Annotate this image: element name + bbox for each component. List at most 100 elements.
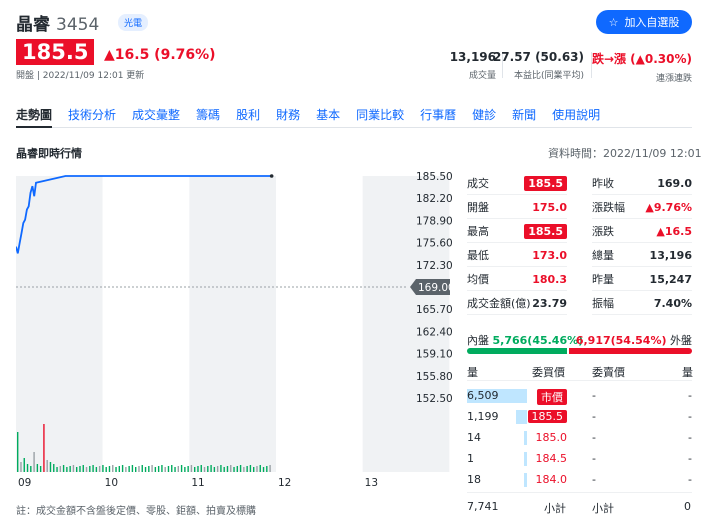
divider bbox=[592, 194, 692, 195]
hour-band bbox=[102, 176, 190, 472]
volume-bar bbox=[59, 466, 62, 472]
quote-row: 昨收 169.0 bbox=[592, 172, 692, 194]
tab-calendar[interactable]: 行事曆 bbox=[420, 106, 456, 123]
quote-row: 漲跌幅 ▲9.76% bbox=[592, 196, 692, 218]
bid-price[interactable]: 185.0 bbox=[536, 431, 568, 444]
stock-title: 晶睿 3454 bbox=[16, 10, 99, 35]
sector-badge[interactable]: 光電 bbox=[118, 14, 149, 31]
quote-label: 成交金額(億) bbox=[467, 297, 531, 310]
tab-chips[interactable]: 籌碼 bbox=[196, 106, 220, 123]
volume-bar bbox=[167, 466, 170, 472]
tab-health[interactable]: 健診 bbox=[472, 106, 496, 123]
volume-bar bbox=[174, 467, 176, 472]
volume-bar bbox=[89, 466, 91, 472]
tab-dividend[interactable]: 股利 bbox=[236, 106, 260, 123]
quote-value: ▲9.76% bbox=[645, 200, 692, 214]
bid-volume-bar bbox=[524, 431, 527, 445]
volume-bar bbox=[266, 466, 268, 472]
inner-label: 內盤 bbox=[467, 334, 489, 347]
volume-bar bbox=[213, 467, 216, 472]
volume-bar bbox=[72, 465, 75, 472]
volume-bar bbox=[194, 467, 196, 472]
stat-pe: 27.57 (50.63) 本益比(同業平均) bbox=[492, 50, 584, 81]
tab-news[interactable]: 新聞 bbox=[512, 106, 536, 123]
tab-peer[interactable]: 同業比較 bbox=[356, 106, 404, 123]
orderbook-row: 18 184.0 - - bbox=[467, 470, 692, 490]
volume-bar bbox=[138, 466, 140, 472]
orderbook-row: 1,199 185.5 - - bbox=[467, 407, 692, 427]
ask-price[interactable]: - bbox=[592, 389, 596, 402]
volume-bar bbox=[223, 467, 225, 472]
volume-bar bbox=[249, 465, 252, 472]
orderbook-row: 14 185.0 - - bbox=[467, 428, 692, 448]
volume-bar bbox=[200, 465, 202, 472]
volume-bar bbox=[148, 466, 150, 472]
realtime-time: 資料時間：2022/11/09 12:01 bbox=[548, 147, 702, 160]
quote-label: 振幅 bbox=[592, 297, 614, 310]
ask-price[interactable]: - bbox=[592, 431, 596, 444]
volume-bar bbox=[151, 465, 153, 472]
quote-value: 180.3 bbox=[532, 272, 567, 286]
volume-bar bbox=[92, 465, 94, 472]
volume-bar bbox=[184, 467, 186, 472]
update-timestamp: 開盤 | 2022/11/09 12:01 更新 bbox=[16, 71, 145, 81]
quote-label: 開盤 bbox=[467, 201, 489, 214]
tab-trades[interactable]: 成交彙整 bbox=[132, 106, 180, 123]
volume-bar bbox=[118, 466, 121, 472]
ask-price[interactable]: - bbox=[592, 410, 596, 423]
bid-price[interactable]: 185.5 bbox=[527, 410, 567, 423]
intraday-chart[interactable]: 185.50 182.20 178.90 175.60 172.30 169.00 165.… bbox=[16, 170, 461, 500]
quote-value: ▲16.5 bbox=[656, 224, 692, 238]
volume-bar bbox=[236, 466, 239, 472]
volume-bar bbox=[177, 466, 180, 472]
quote-row: 成交金額(億) 23.79 bbox=[467, 292, 567, 314]
quote-row: 振幅 7.40% bbox=[592, 292, 692, 314]
volume-bar bbox=[79, 466, 81, 472]
divider bbox=[467, 314, 567, 315]
bid-price[interactable]: 市價 bbox=[537, 389, 567, 405]
volume-bar bbox=[230, 465, 232, 472]
x-tick-label: 10 bbox=[105, 477, 118, 489]
divider bbox=[467, 242, 567, 243]
quote-row: 總量 13,196 bbox=[592, 244, 692, 266]
bid-qty: 18 bbox=[467, 473, 481, 486]
quote-value: 15,247 bbox=[649, 272, 692, 286]
volume-bar bbox=[128, 466, 130, 472]
volume-bar bbox=[197, 466, 199, 472]
orderbook-row: 6,509 市價 - - bbox=[467, 386, 692, 406]
volume-bar bbox=[157, 466, 160, 472]
stat-volume: 13,196 成交量 bbox=[449, 50, 496, 81]
volume-bar bbox=[102, 465, 104, 472]
volume-bar bbox=[144, 467, 147, 472]
y-tick-label: 155.80 bbox=[416, 371, 453, 383]
bid-total-qty: 7,741 bbox=[467, 500, 499, 513]
volume-bar bbox=[269, 465, 271, 472]
tab-financial[interactable]: 財務 bbox=[276, 106, 300, 123]
ask-subtotal: 小計 bbox=[592, 502, 614, 515]
tab-help[interactable]: 使用說明 bbox=[552, 106, 600, 123]
tab-chart[interactable]: 走勢圖 bbox=[16, 106, 52, 123]
y-tick-label: 159.10 bbox=[416, 349, 453, 361]
bid-price[interactable]: 184.5 bbox=[536, 452, 568, 465]
volume-bar bbox=[125, 467, 127, 472]
y-tick-label: 175.60 bbox=[416, 238, 453, 250]
bid-subtotal: 小計 bbox=[544, 502, 566, 515]
quote-value: 175.0 bbox=[532, 200, 567, 214]
bid-price[interactable]: 184.0 bbox=[536, 473, 568, 486]
volume-bar bbox=[216, 466, 219, 472]
hour-band bbox=[276, 176, 363, 472]
quote-value: 7.40% bbox=[653, 296, 692, 310]
volume-bar bbox=[180, 465, 183, 472]
add-watchlist-label: 加入自選股 bbox=[624, 16, 680, 29]
add-watchlist-button[interactable]: ☆ 加入自選股 bbox=[596, 10, 692, 34]
quote-label: 總量 bbox=[592, 249, 614, 262]
volume-bar bbox=[220, 465, 222, 472]
tab-technical[interactable]: 技術分析 bbox=[68, 106, 116, 123]
ask-qty: - bbox=[688, 389, 692, 402]
ask-price[interactable]: - bbox=[592, 452, 596, 465]
stock-code: 3454 bbox=[56, 15, 100, 35]
y-tick-label: 162.40 bbox=[416, 326, 453, 338]
tab-basic[interactable]: 基本 bbox=[316, 106, 340, 123]
bid-volume-bar bbox=[516, 410, 527, 424]
ask-price[interactable]: - bbox=[592, 473, 596, 486]
